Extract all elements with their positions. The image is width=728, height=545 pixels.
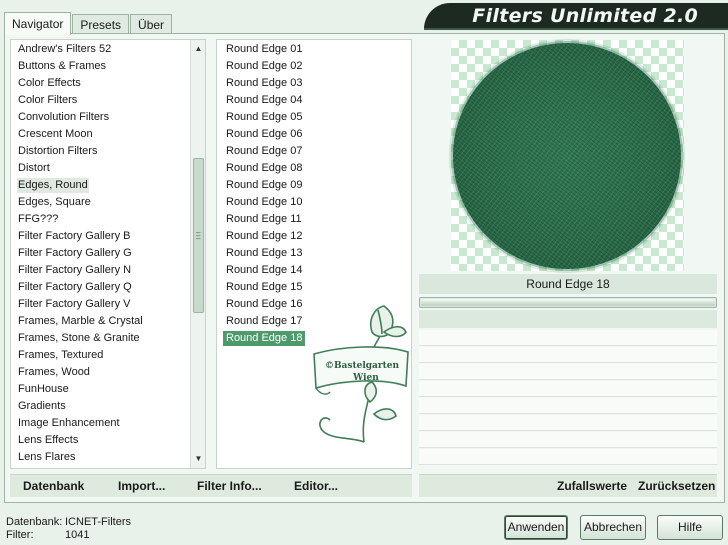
category-item[interactable]: FunHouse xyxy=(17,382,70,397)
category-item[interactable]: Filter Factory Gallery G xyxy=(17,246,133,261)
category-list[interactable]: Andrew's Filters 52 Buttons & Frames Color… xyxy=(10,39,206,469)
category-item[interactable]: Distortion Filters xyxy=(17,144,98,159)
filter-item[interactable]: Round Edge 16 xyxy=(223,297,305,312)
category-item[interactable]: FFG??? xyxy=(17,212,59,227)
filter-info-link[interactable]: Filter Info... xyxy=(197,479,262,493)
parameter-row xyxy=(419,381,717,397)
editor-link[interactable]: Editor... xyxy=(294,479,338,493)
category-item[interactable]: Gradients xyxy=(17,399,67,414)
filter-item[interactable]: Round Edge 18 xyxy=(223,331,306,346)
parameter-row xyxy=(419,347,717,363)
filter-item[interactable]: Round Edge 12 xyxy=(223,229,305,244)
tab-navigator[interactable]: Navigator xyxy=(4,12,72,35)
parameter-slider[interactable] xyxy=(419,297,717,308)
round-edge-preview xyxy=(453,43,681,269)
category-item[interactable]: Crescent Moon xyxy=(17,127,94,142)
filter-item[interactable]: Round Edge 11 xyxy=(223,212,305,227)
category-scrollbar[interactable]: ▲ – – – ▼ xyxy=(190,40,205,468)
category-item[interactable]: Frames, Wood xyxy=(17,365,91,380)
scroll-up-icon[interactable]: ▲ xyxy=(191,42,206,56)
category-item[interactable]: Filter Factory Gallery B xyxy=(17,229,131,244)
filter-item[interactable]: Round Edge 17 xyxy=(223,314,305,329)
category-item[interactable]: Edges, Round xyxy=(17,178,89,193)
category-item[interactable]: Color Effects xyxy=(17,76,82,91)
watermark-line1: ©Bastelgarten xyxy=(325,361,400,371)
apply-button[interactable]: Anwenden xyxy=(504,515,568,540)
parameter-row xyxy=(419,364,717,380)
category-item[interactable]: Lens Effects xyxy=(17,433,79,448)
filter-item[interactable]: Round Edge 04 xyxy=(223,93,305,108)
tab-presets[interactable]: Presets xyxy=(72,14,130,35)
filter-item[interactable]: Round Edge 09 xyxy=(223,178,305,193)
filter-item[interactable]: Round Edge 15 xyxy=(223,280,305,295)
category-item[interactable]: Convolution Filters xyxy=(17,110,110,125)
filter-item[interactable]: Round Edge 03 xyxy=(223,76,305,91)
filter-item[interactable]: Round Edge 08 xyxy=(223,161,305,176)
category-item[interactable]: Filter Factory Gallery Q xyxy=(17,280,133,295)
status-filter: Filter: 1041 xyxy=(6,529,89,541)
status-filter-label: Filter: xyxy=(6,529,34,541)
filter-item[interactable]: Round Edge 13 xyxy=(223,246,305,261)
import-link[interactable]: Import... xyxy=(118,479,165,493)
database-link[interactable]: Datenbank xyxy=(23,479,84,493)
status-filter-value: 1041 xyxy=(65,529,90,541)
status-db-label: Datenbank: xyxy=(6,516,63,528)
watermark-logo: ©Bastelgarten Wien xyxy=(313,305,409,443)
preview-image xyxy=(451,40,684,271)
category-item[interactable]: Filter Factory Gallery V xyxy=(17,297,131,312)
parameter-rows xyxy=(419,330,717,470)
cancel-button[interactable]: Abbrechen xyxy=(580,515,646,540)
help-button[interactable]: Hilfe xyxy=(657,515,723,540)
scrollbar-thumb[interactable]: – – – xyxy=(193,158,204,313)
watermark-line2: Wien xyxy=(352,373,379,383)
parameter-row xyxy=(419,432,717,448)
grip-icon: – – – xyxy=(196,228,201,243)
preview-filter-name: Round Edge 18 xyxy=(419,274,717,294)
category-item[interactable]: Frames, Stone & Granite xyxy=(17,331,141,346)
parameter-row xyxy=(419,330,717,346)
category-item[interactable]: Image Enhancement xyxy=(17,416,121,431)
category-item[interactable]: Andrew's Filters 52 xyxy=(17,42,112,57)
scroll-down-icon[interactable]: ▼ xyxy=(191,452,206,466)
category-item[interactable]: Edges, Square xyxy=(17,195,92,210)
parameter-row xyxy=(419,415,717,431)
parameter-row xyxy=(419,449,717,465)
category-item[interactable]: Filter Factory Gallery N xyxy=(17,263,132,278)
filter-item[interactable]: Round Edge 02 xyxy=(223,59,305,74)
category-item[interactable]: Distort xyxy=(17,161,51,176)
parameter-row xyxy=(419,398,717,414)
filter-item[interactable]: Round Edge 01 xyxy=(223,42,305,57)
tab-bar: Navigator Presets Über xyxy=(4,12,173,35)
category-item[interactable]: Lens Flares xyxy=(17,450,76,465)
filter-item[interactable]: Round Edge 10 xyxy=(223,195,305,210)
category-item[interactable]: Buttons & Frames xyxy=(17,59,107,74)
filter-item[interactable]: Round Edge 06 xyxy=(223,127,305,142)
title-banner: Filters Unlimited 2.0 xyxy=(424,3,728,30)
category-item[interactable]: Color Filters xyxy=(17,93,78,108)
filter-item[interactable]: Round Edge 05 xyxy=(223,110,305,125)
reset-link[interactable]: Zurücksetzen xyxy=(638,479,715,493)
category-item[interactable]: Frames, Textured xyxy=(17,348,104,363)
status-db-value: ICNET-Filters xyxy=(65,516,131,528)
app-title: Filters Unlimited 2.0 xyxy=(472,5,698,27)
control-panel xyxy=(419,310,717,328)
category-item[interactable]: Frames, Marble & Crystal xyxy=(17,314,144,329)
status-database: Datenbank: ICNET-Filters xyxy=(6,516,131,528)
filter-item[interactable]: Round Edge 14 xyxy=(223,263,305,278)
tab-about[interactable]: Über xyxy=(130,14,173,35)
filter-item[interactable]: Round Edge 07 xyxy=(223,144,305,159)
random-values-link[interactable]: Zufallswerte xyxy=(557,479,627,493)
